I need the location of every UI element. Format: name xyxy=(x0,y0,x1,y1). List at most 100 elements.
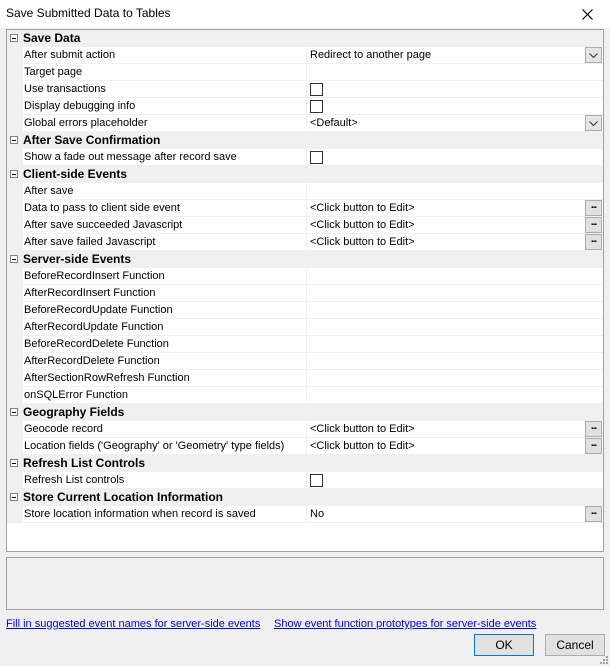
ellipsis-button[interactable]: ... xyxy=(585,506,602,522)
collapse-toggle-icon[interactable] xyxy=(10,136,18,144)
fill-event-names-link[interactable]: Fill in suggested event names for server… xyxy=(6,618,260,630)
property-row[interactable]: Display debugging info xyxy=(7,98,603,115)
category-row[interactable]: Geography Fields xyxy=(7,404,603,421)
property-row[interactable]: After submit action Redirect to another p… xyxy=(7,47,603,64)
property-value[interactable] xyxy=(307,268,603,285)
property-name: After save succeeded Javascript xyxy=(23,217,307,234)
property-row[interactable]: BeforeRecordDelete Function xyxy=(7,336,603,353)
resize-grip-icon[interactable] xyxy=(598,654,608,664)
property-row[interactable]: onSQLError Function xyxy=(7,387,603,404)
cancel-button[interactable]: Cancel xyxy=(545,634,605,656)
property-value[interactable]: No... xyxy=(307,506,603,523)
property-checkbox[interactable] xyxy=(310,83,323,96)
dropdown-button[interactable] xyxy=(585,115,602,131)
row-gutter xyxy=(7,506,23,523)
row-gutter xyxy=(7,302,23,319)
property-row[interactable]: AfterRecordInsert Function xyxy=(7,285,603,302)
property-row[interactable]: Use transactions xyxy=(7,81,603,98)
collapse-toggle-icon[interactable] xyxy=(10,34,18,42)
property-name: Global errors placeholder xyxy=(23,115,307,132)
property-row[interactable]: Data to pass to client side event <Click … xyxy=(7,200,603,217)
row-gutter xyxy=(7,149,23,166)
property-value[interactable]: <Click button to Edit>... xyxy=(307,438,603,455)
ok-button[interactable]: OK xyxy=(474,634,534,656)
category-label: Save Data xyxy=(23,31,81,45)
property-value[interactable] xyxy=(307,81,603,98)
row-gutter xyxy=(7,421,23,438)
ellipsis-button[interactable]: ... xyxy=(585,234,602,250)
ellipsis-button[interactable]: ... xyxy=(585,438,602,454)
close-button[interactable] xyxy=(564,0,610,28)
ellipsis-button[interactable]: ... xyxy=(585,200,602,216)
property-row[interactable]: BeforeRecordInsert Function xyxy=(7,268,603,285)
property-name: AfterRecordInsert Function xyxy=(23,285,307,302)
property-checkbox[interactable] xyxy=(310,100,323,113)
property-row[interactable]: Location fields ('Geography' or 'Geometr… xyxy=(7,438,603,455)
row-gutter xyxy=(7,81,23,98)
property-value[interactable]: <Click button to Edit>... xyxy=(307,200,603,217)
category-row[interactable]: Client-side Events xyxy=(7,166,603,183)
row-gutter xyxy=(7,472,23,489)
property-value[interactable]: Redirect to another page xyxy=(307,47,603,64)
property-checkbox[interactable] xyxy=(310,151,323,164)
category-row[interactable]: Save Data xyxy=(7,30,603,47)
property-row[interactable]: AfterSectionRowRefresh Function xyxy=(7,370,603,387)
property-row[interactable]: Refresh List controls xyxy=(7,472,603,489)
property-row[interactable]: Show a fade out message after record sav… xyxy=(7,149,603,166)
collapse-toggle-icon[interactable] xyxy=(10,459,18,467)
show-prototypes-link[interactable]: Show event function prototypes for serve… xyxy=(274,618,536,630)
property-value[interactable] xyxy=(307,319,603,336)
property-row[interactable]: After save succeeded Javascript <Click bu… xyxy=(7,217,603,234)
property-row[interactable]: Geocode record <Click button to Edit>... xyxy=(7,421,603,438)
property-value-text: <Click button to Edit> xyxy=(310,202,415,214)
collapse-toggle-icon[interactable] xyxy=(10,493,18,501)
property-row[interactable]: AfterRecordUpdate Function xyxy=(7,319,603,336)
property-name: Store location information when record i… xyxy=(23,506,307,523)
property-value[interactable]: <Click button to Edit>... xyxy=(307,234,603,251)
property-name: AfterRecordUpdate Function xyxy=(23,319,307,336)
property-value[interactable] xyxy=(307,98,603,115)
property-value-text: <Default> xyxy=(310,117,358,129)
row-gutter xyxy=(7,370,23,387)
property-value[interactable]: <Click button to Edit>... xyxy=(307,217,603,234)
property-value[interactable] xyxy=(307,353,603,370)
property-row[interactable]: Global errors placeholder <Default> xyxy=(7,115,603,132)
collapse-toggle-icon[interactable] xyxy=(10,170,18,178)
property-row[interactable]: Target page xyxy=(7,64,603,81)
property-value[interactable] xyxy=(307,183,603,200)
collapse-toggle-icon[interactable] xyxy=(10,408,18,416)
property-value[interactable]: <Default> xyxy=(307,115,603,132)
property-checkbox[interactable] xyxy=(310,474,323,487)
category-row[interactable]: After Save Confirmation xyxy=(7,132,603,149)
property-row[interactable]: Store location information when record i… xyxy=(7,506,603,523)
property-row[interactable]: BeforeRecordUpdate Function xyxy=(7,302,603,319)
category-row[interactable]: Server-side Events xyxy=(7,251,603,268)
property-name: After save xyxy=(23,183,307,200)
property-grid[interactable]: Save Data After submit action Redirect to … xyxy=(6,29,604,552)
property-value[interactable] xyxy=(307,472,603,489)
dropdown-button[interactable] xyxy=(585,47,602,63)
property-row[interactable]: AfterRecordDelete Function xyxy=(7,353,603,370)
property-row[interactable]: After save xyxy=(7,183,603,200)
property-value[interactable] xyxy=(307,336,603,353)
property-value[interactable] xyxy=(307,149,603,166)
category-row[interactable]: Refresh List Controls xyxy=(7,455,603,472)
property-value[interactable] xyxy=(307,285,603,302)
property-name: Show a fade out message after record sav… xyxy=(23,149,307,166)
chevron-down-icon xyxy=(589,52,598,58)
ellipsis-button[interactable]: ... xyxy=(585,421,602,437)
property-value[interactable]: <Click button to Edit>... xyxy=(307,421,603,438)
property-value[interactable] xyxy=(307,64,603,81)
property-name: BeforeRecordUpdate Function xyxy=(23,302,307,319)
collapse-toggle-icon[interactable] xyxy=(10,255,18,263)
row-gutter xyxy=(7,336,23,353)
property-value-text: Redirect to another page xyxy=(310,49,432,61)
property-value[interactable] xyxy=(307,387,603,404)
property-value[interactable] xyxy=(307,302,603,319)
property-name: Use transactions xyxy=(23,81,307,98)
property-row[interactable]: After save failed Javascript <Click butto… xyxy=(7,234,603,251)
category-row[interactable]: Store Current Location Information xyxy=(7,489,603,506)
property-value-text: <Click button to Edit> xyxy=(310,423,415,435)
ellipsis-button[interactable]: ... xyxy=(585,217,602,233)
property-value[interactable] xyxy=(307,370,603,387)
